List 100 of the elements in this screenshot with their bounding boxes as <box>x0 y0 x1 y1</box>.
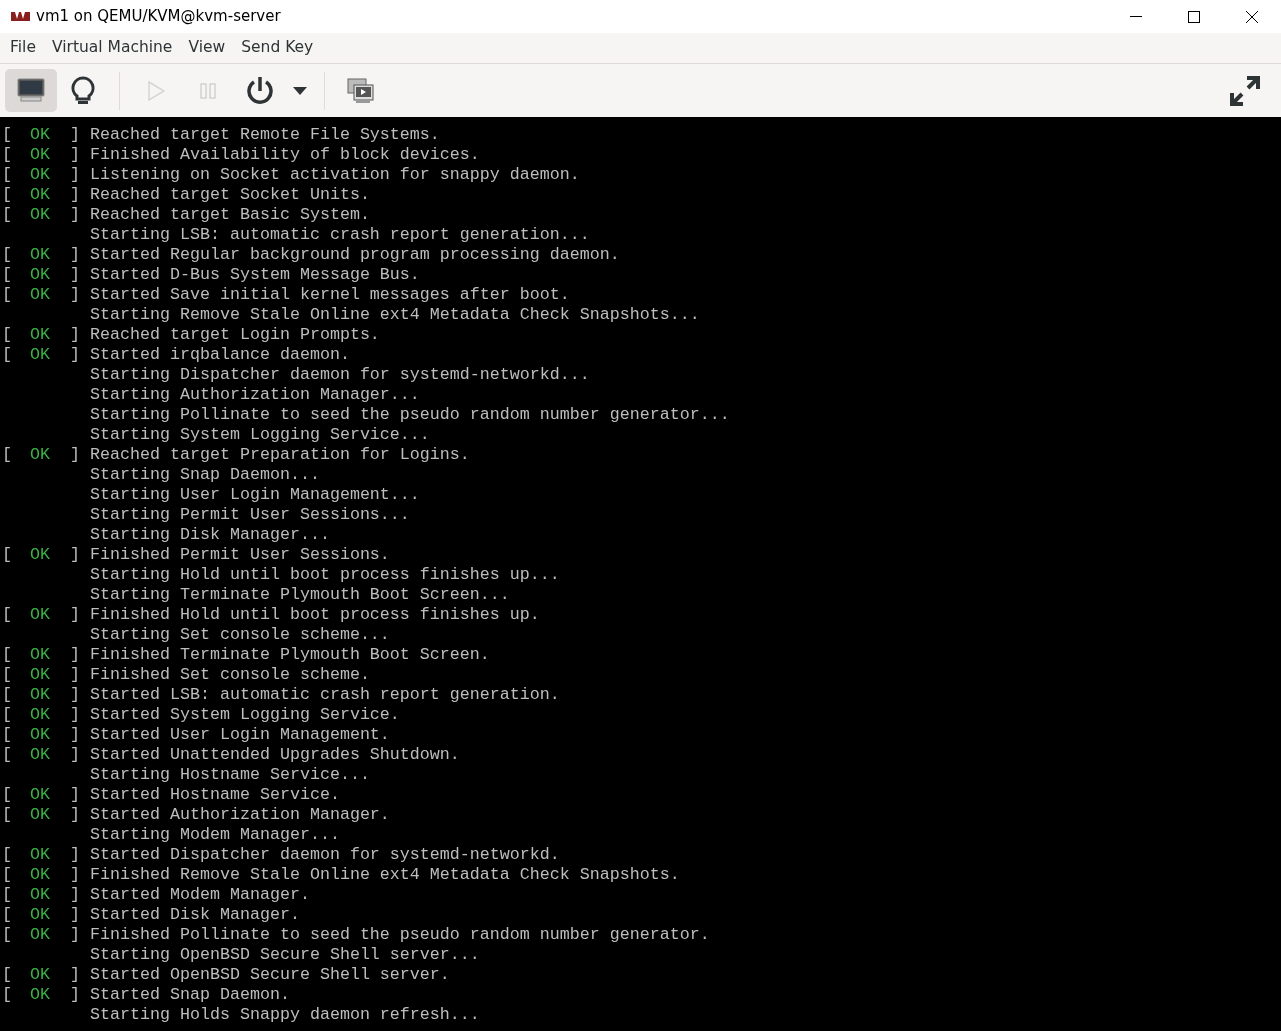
log-message: Started Authorization Manager. <box>90 805 390 825</box>
bracket: [ <box>2 345 12 365</box>
log-message: Starting Modem Manager... <box>90 825 340 845</box>
monitor-icon <box>17 77 45 104</box>
ok-status: OK <box>30 865 50 885</box>
bracket: [ <box>2 905 12 925</box>
ok-status: OK <box>30 905 50 925</box>
log-message: Finished Permit User Sessions. <box>90 545 390 565</box>
ok-status: OK <box>30 205 50 225</box>
ok-status: OK <box>30 265 50 285</box>
log-message: Started Unattended Upgrades Shutdown. <box>90 745 460 765</box>
log-message: Starting Permit User Sessions... <box>90 505 410 525</box>
bracket: ] <box>70 185 80 205</box>
log-message: Started irqbalance daemon. <box>90 345 350 365</box>
log-message: Started Modem Manager. <box>90 885 310 905</box>
bracket: ] <box>70 705 80 725</box>
bracket: [ <box>2 545 12 565</box>
log-message: Started System Logging Service. <box>90 705 400 725</box>
bracket: ] <box>70 205 80 225</box>
log-message: Starting Set console scheme... <box>90 625 390 645</box>
ok-status: OK <box>30 165 50 185</box>
bracket: ] <box>70 445 80 465</box>
log-message: Starting System Logging Service... <box>90 425 430 445</box>
bracket: [ <box>2 185 12 205</box>
bracket: ] <box>70 805 80 825</box>
log-message: Started Dispatcher daemon for systemd-networkd. <box>90 845 560 865</box>
ok-status: OK <box>30 245 50 265</box>
pause-icon <box>200 82 216 99</box>
ok-status: OK <box>30 785 50 805</box>
ok-status: OK <box>30 925 50 945</box>
bracket: ] <box>70 345 80 365</box>
log-message: Reached target Remote File Systems. <box>90 125 440 145</box>
ok-status: OK <box>30 685 50 705</box>
power-icon <box>246 75 274 106</box>
log-message: Starting LSB: automatic crash report generation... <box>90 225 590 245</box>
monitor-button[interactable] <box>5 69 57 112</box>
bracket: ] <box>70 145 80 165</box>
log-message: Finished Availability of block devices. <box>90 145 480 165</box>
bracket: ] <box>70 245 80 265</box>
log-message: Starting Terminate Plymouth Boot Screen... <box>90 585 510 605</box>
ok-status: OK <box>30 545 50 565</box>
lightbulb-icon <box>71 75 95 106</box>
bracket: [ <box>2 885 12 905</box>
log-message: Started Snap Daemon. <box>90 985 290 1005</box>
bracket: ] <box>70 965 80 985</box>
bracket: ] <box>70 645 80 665</box>
log-message: Starting Snap Daemon... <box>90 465 320 485</box>
bracket: [ <box>2 605 12 625</box>
ok-status: OK <box>30 325 50 345</box>
ok-status: OK <box>30 285 50 305</box>
log-message: Started Hostname Service. <box>90 785 340 805</box>
bracket: [ <box>2 805 12 825</box>
log-message: Reached target Preparation for Logins. <box>90 445 470 465</box>
window-title: vm1 on QEMU/KVM@kvm-server <box>36 6 281 28</box>
log-message: Starting User Login Management... <box>90 485 420 505</box>
bracket: [ <box>2 145 12 165</box>
bracket: [ <box>2 265 12 285</box>
bracket: [ <box>2 665 12 685</box>
bracket: ] <box>70 865 80 885</box>
log-message: Starting Pollinate to seed the pseudo random number generator... <box>90 405 730 425</box>
ok-status: OK <box>30 885 50 905</box>
bracket: ] <box>70 125 80 145</box>
bracket: ] <box>70 925 80 945</box>
bracket: ] <box>70 165 80 185</box>
menu-item[interactable]: Send Key <box>233 36 322 60</box>
ok-status: OK <box>30 665 50 685</box>
bracket: ] <box>70 845 80 865</box>
log-message: Started Disk Manager. <box>90 905 300 925</box>
log-message: Reached target Socket Units. <box>90 185 370 205</box>
bracket: ] <box>70 665 80 685</box>
menu-item[interactable]: File <box>2 36 44 60</box>
ok-status: OK <box>30 145 50 165</box>
menu-item[interactable]: View <box>180 36 234 60</box>
bracket: ] <box>70 265 80 285</box>
log-message: Started OpenBSD Secure Shell server. <box>90 965 450 985</box>
bracket: [ <box>2 645 12 665</box>
bracket: ] <box>70 985 80 1005</box>
log-message: Started LSB: automatic crash report generation. <box>90 685 560 705</box>
minimize-icon <box>1130 16 1142 17</box>
snapshots-icon <box>347 77 375 104</box>
ok-status: OK <box>30 445 50 465</box>
ok-status: OK <box>30 745 50 765</box>
ok-status: OK <box>30 645 50 665</box>
ok-status: OK <box>30 805 50 825</box>
log-message: Starting Remove Stale Online ext4 Metadata Check Snapshots... <box>90 305 700 325</box>
bracket: [ <box>2 925 12 945</box>
menu-item[interactable]: Virtual Machine <box>43 36 181 60</box>
log-message: Starting Dispatcher daemon for systemd-networkd... <box>90 365 590 385</box>
log-message: Finished Remove Stale Online ext4 Metadata Check Snapshots. <box>90 865 680 885</box>
bracket: ] <box>70 785 80 805</box>
play-icon <box>147 80 165 101</box>
bracket: ] <box>70 325 80 345</box>
bracket: [ <box>2 745 12 765</box>
bracket: ] <box>70 605 80 625</box>
bracket: [ <box>2 845 12 865</box>
log-message: Reached target Login Prompts. <box>90 325 380 345</box>
ok-status: OK <box>30 845 50 865</box>
bracket: ] <box>70 725 80 745</box>
log-message: Starting Authorization Manager... <box>90 385 420 405</box>
log-message: Started User Login Management. <box>90 725 390 745</box>
